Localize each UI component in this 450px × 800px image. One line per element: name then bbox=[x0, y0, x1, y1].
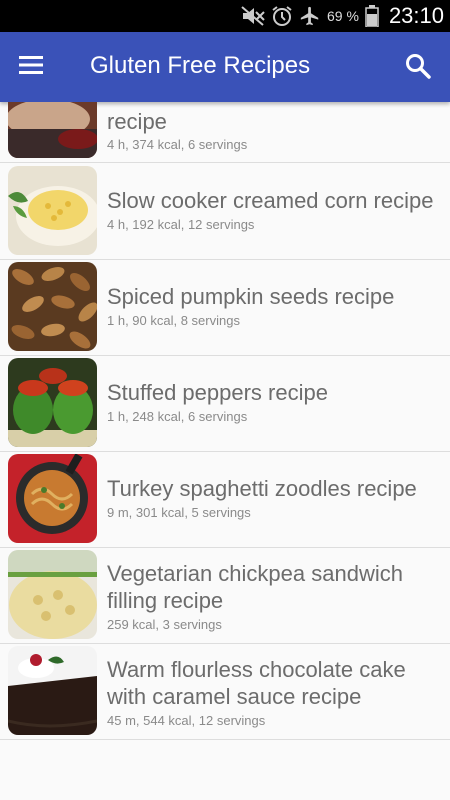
hamburger-menu-icon bbox=[19, 56, 43, 74]
recipe-title: Warm flourless chocolate cake with caram… bbox=[107, 656, 406, 710]
recipe-title-line: Warm flourless chocolate cake bbox=[107, 657, 406, 682]
recipe-thumbnail-spaghetti-zoodles bbox=[8, 454, 97, 543]
recipe-title: Spiced pumpkin seeds recipe bbox=[107, 284, 395, 309]
battery-icon bbox=[365, 5, 379, 27]
alarm-icon bbox=[271, 5, 293, 27]
recipe-row[interactable]: Turkey spaghetti zoodles recipe 9 m, 301… bbox=[0, 451, 450, 548]
search-icon bbox=[406, 54, 431, 79]
mute-icon bbox=[241, 6, 265, 26]
app-title: Gluten Free Recipes bbox=[90, 52, 311, 79]
recipe-meta: 1 h, 90 kcal, 8 servings bbox=[107, 313, 240, 328]
recipe-thumbnail-pumpkin-seeds bbox=[8, 262, 97, 351]
status-bar: 69 % 23:10 bbox=[0, 0, 450, 32]
recipe-meta: 4 h, 374 kcal, 6 servings bbox=[107, 137, 248, 152]
recipe-list[interactable]: recipe 4 h, 374 kcal, 6 servings Slow co… bbox=[0, 102, 450, 800]
recipe-meta: 259 kcal, 3 servings bbox=[107, 617, 222, 632]
recipe-thumbnail-creamed-corn bbox=[8, 166, 97, 255]
recipe-meta: 1 h, 248 kcal, 6 servings bbox=[107, 409, 248, 424]
menu-button[interactable] bbox=[18, 54, 52, 80]
recipe-title-line: filling recipe bbox=[107, 588, 224, 613]
app-bar: Gluten Free Recipes bbox=[0, 32, 450, 102]
search-button[interactable] bbox=[404, 52, 434, 82]
recipe-thumbnail-chocolate-cake bbox=[8, 646, 97, 735]
airplane-icon bbox=[299, 5, 321, 27]
battery-percent: 69 % bbox=[327, 8, 359, 24]
recipe-meta: 9 m, 301 kcal, 5 servings bbox=[107, 505, 251, 520]
recipe-meta: 45 m, 544 kcal, 12 servings bbox=[107, 713, 266, 728]
recipe-row[interactable]: Spiced pumpkin seeds recipe 1 h, 90 kcal… bbox=[0, 259, 450, 356]
recipe-title-line: Vegetarian chickpea sandwich bbox=[107, 561, 403, 586]
recipe-title: recipe bbox=[107, 109, 167, 134]
recipe-title: Slow cooker creamed corn recipe bbox=[107, 188, 434, 213]
recipe-thumbnail-chickpea-filling bbox=[8, 550, 97, 639]
recipe-title-line: with caramel sauce recipe bbox=[107, 684, 362, 709]
recipe-title: Turkey spaghetti zoodles recipe bbox=[107, 476, 417, 501]
clock: 23:10 bbox=[388, 3, 444, 28]
recipe-row[interactable]: Stuffed peppers recipe 1 h, 248 kcal, 6 … bbox=[0, 355, 450, 452]
recipe-title: Stuffed peppers recipe bbox=[107, 380, 328, 405]
recipe-thumbnail-stuffed-peppers bbox=[8, 358, 97, 447]
recipe-thumbnail-roast-meat bbox=[8, 102, 97, 158]
recipe-row[interactable]: Warm flourless chocolate cake with caram… bbox=[0, 643, 450, 740]
recipe-meta: 4 h, 192 kcal, 12 servings bbox=[107, 217, 255, 232]
recipe-title: Vegetarian chickpea sandwich filling rec… bbox=[107, 560, 403, 614]
recipe-row[interactable]: Vegetarian chickpea sandwich filling rec… bbox=[0, 547, 450, 644]
recipe-row[interactable]: Slow cooker creamed corn recipe 4 h, 192… bbox=[0, 163, 450, 260]
recipe-row[interactable]: recipe 4 h, 374 kcal, 6 servings bbox=[0, 102, 450, 163]
